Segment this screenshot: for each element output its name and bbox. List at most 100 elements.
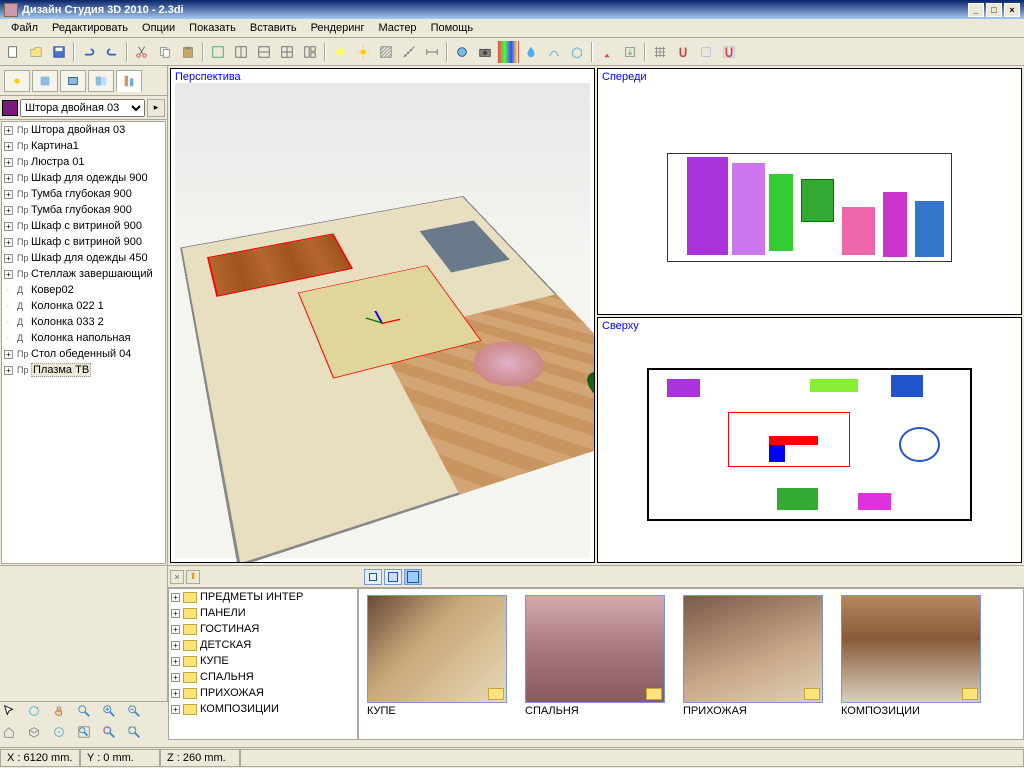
object-tree[interactable]: +ПрШтора двойная 03+ПрКартина1+ПрЛюстра … <box>1 121 166 564</box>
expand-icon[interactable]: + <box>4 270 13 279</box>
expand-icon[interactable]: + <box>4 254 13 263</box>
viewmode-small-button[interactable] <box>364 569 382 585</box>
tool-view1[interactable] <box>207 41 229 63</box>
tool-hatch[interactable] <box>375 41 397 63</box>
dropdown-go-button[interactable]: ▸ <box>147 99 165 117</box>
nav-home[interactable] <box>2 725 26 745</box>
nav-rotate[interactable] <box>27 704 51 724</box>
category-item[interactable]: +КОМПОЗИЦИИ <box>169 701 357 717</box>
category-item[interactable]: +ПАНЕЛИ <box>169 605 357 621</box>
close-button[interactable]: × <box>1004 3 1020 17</box>
menu-options[interactable]: Опции <box>135 20 182 36</box>
viewport-front[interactable]: Спереди <box>597 68 1022 315</box>
expand-icon[interactable]: + <box>171 657 180 666</box>
library-close-button[interactable]: × <box>170 570 184 584</box>
expand-icon[interactable]: + <box>171 593 180 602</box>
tree-item[interactable]: ··ДКолонка 033 2 <box>2 314 165 330</box>
tree-item[interactable]: ··ДКолонка напольная <box>2 330 165 346</box>
nav-zoomin[interactable] <box>102 704 126 724</box>
expand-icon[interactable]: + <box>171 625 180 634</box>
tree-item[interactable]: +ПрШкаф с витриной 900 <box>2 234 165 250</box>
tool-box[interactable] <box>566 41 588 63</box>
tool-cut[interactable] <box>131 41 153 63</box>
menu-file[interactable]: Файл <box>4 20 45 36</box>
minimize-button[interactable]: _ <box>968 3 984 17</box>
tool-copy[interactable] <box>154 41 176 63</box>
expand-icon[interactable]: + <box>4 350 13 359</box>
menu-help[interactable]: Помощь <box>424 20 481 36</box>
tree-item[interactable]: +ПрПлазма ТВ <box>2 362 165 378</box>
tool-dimension[interactable] <box>421 41 443 63</box>
library-thumbnails[interactable]: КУПЕСПАЛЬНЯПРИХОЖАЯКОМПОЗИЦИИ <box>358 588 1024 740</box>
tool-save[interactable] <box>48 41 70 63</box>
tree-item[interactable]: +ПрЛюстра 01 <box>2 154 165 170</box>
category-item[interactable]: +КУПЕ <box>169 653 357 669</box>
object-dropdown[interactable]: Штора двойная 03 <box>20 99 145 117</box>
viewmode-large-button[interactable] <box>404 569 422 585</box>
expand-icon[interactable]: + <box>171 641 180 650</box>
category-item[interactable]: +ПРИХОЖАЯ <box>169 685 357 701</box>
tree-item[interactable]: ··ДКолонка 022 1 <box>2 298 165 314</box>
tree-item[interactable]: ··ДКовер02 <box>2 282 165 298</box>
sidebar-tab-4[interactable] <box>88 70 114 92</box>
tool-undo[interactable] <box>78 41 100 63</box>
menu-edit[interactable]: Редактировать <box>45 20 135 36</box>
library-thumbnail[interactable]: КУПЕ <box>367 595 507 733</box>
sidebar-tab-3[interactable] <box>60 70 86 92</box>
tool-redo[interactable] <box>101 41 123 63</box>
tool-paste[interactable] <box>177 41 199 63</box>
category-tree[interactable]: +ПРЕДМЕТЫ ИНТЕР+ПАНЕЛИ+ГОСТИНАЯ+ДЕТСКАЯ+… <box>168 588 358 740</box>
sidebar-tab-2[interactable] <box>32 70 58 92</box>
menu-master[interactable]: Мастер <box>372 20 424 36</box>
tool-open[interactable] <box>25 41 47 63</box>
nav-pan[interactable] <box>52 704 76 724</box>
nav-zoomall[interactable] <box>127 725 151 745</box>
category-item[interactable]: +ГОСТИНАЯ <box>169 621 357 637</box>
nav-zoom[interactable] <box>77 704 101 724</box>
tree-item[interactable]: +ПрТумба глубокая 900 <box>2 202 165 218</box>
tree-item[interactable]: +ПрШкаф для одежды 900 <box>2 170 165 186</box>
tool-light[interactable] <box>329 41 351 63</box>
library-thumbnail[interactable]: КОМПОЗИЦИИ <box>841 595 981 733</box>
menu-render[interactable]: Рендеринг <box>304 20 372 36</box>
expand-icon[interactable]: + <box>171 705 180 714</box>
expand-icon[interactable]: + <box>171 609 180 618</box>
tree-item[interactable]: +ПрШкаф с витриной 900 <box>2 218 165 234</box>
library-thumbnail[interactable]: СПАЛЬНЯ <box>525 595 665 733</box>
tool-viewsplit[interactable] <box>299 41 321 63</box>
nav-zoomout[interactable] <box>127 704 151 724</box>
nav-select[interactable] <box>2 704 26 724</box>
tool-grid[interactable] <box>649 41 671 63</box>
expand-icon[interactable]: + <box>4 366 13 375</box>
tree-item[interactable]: +ПрКартина1 <box>2 138 165 154</box>
tree-item[interactable]: +ПрТумба глубокая 900 <box>2 186 165 202</box>
tool-view3[interactable] <box>253 41 275 63</box>
tool-new[interactable] <box>2 41 24 63</box>
category-item[interactable]: +ДЕТСКАЯ <box>169 637 357 653</box>
sidebar-tab-1[interactable] <box>4 70 30 92</box>
nav-iso[interactable] <box>27 725 51 745</box>
viewport-top[interactable]: Сверху <box>597 317 1022 564</box>
tool-snap1[interactable] <box>672 41 694 63</box>
tool-sun[interactable] <box>352 41 374 63</box>
tool-camera[interactable] <box>474 41 496 63</box>
expand-icon[interactable]: + <box>4 174 13 183</box>
tree-item[interactable]: +ПрШтора двойная 03 <box>2 122 165 138</box>
expand-icon[interactable]: + <box>4 238 13 247</box>
viewmode-med-button[interactable] <box>384 569 402 585</box>
category-item[interactable]: +ПРЕДМЕТЫ ИНТЕР <box>169 589 357 605</box>
tree-item[interactable]: +ПрСтол обеденный 04 <box>2 346 165 362</box>
library-up-button[interactable]: ⬆ <box>186 570 200 584</box>
tool-color[interactable] <box>497 41 519 63</box>
category-item[interactable]: +СПАЛЬНЯ <box>169 669 357 685</box>
expand-icon[interactable]: + <box>4 190 13 199</box>
expand-icon[interactable]: + <box>4 206 13 215</box>
tree-item[interactable]: +ПрСтеллаж завершающий <box>2 266 165 282</box>
nav-target[interactable] <box>52 725 76 745</box>
maximize-button[interactable]: □ <box>986 3 1002 17</box>
expand-icon[interactable]: + <box>4 222 13 231</box>
tool-snap2[interactable] <box>695 41 717 63</box>
tree-item[interactable]: +ПрШкаф для одежды 450 <box>2 250 165 266</box>
tool-view4[interactable] <box>276 41 298 63</box>
expand-icon[interactable]: + <box>171 673 180 682</box>
